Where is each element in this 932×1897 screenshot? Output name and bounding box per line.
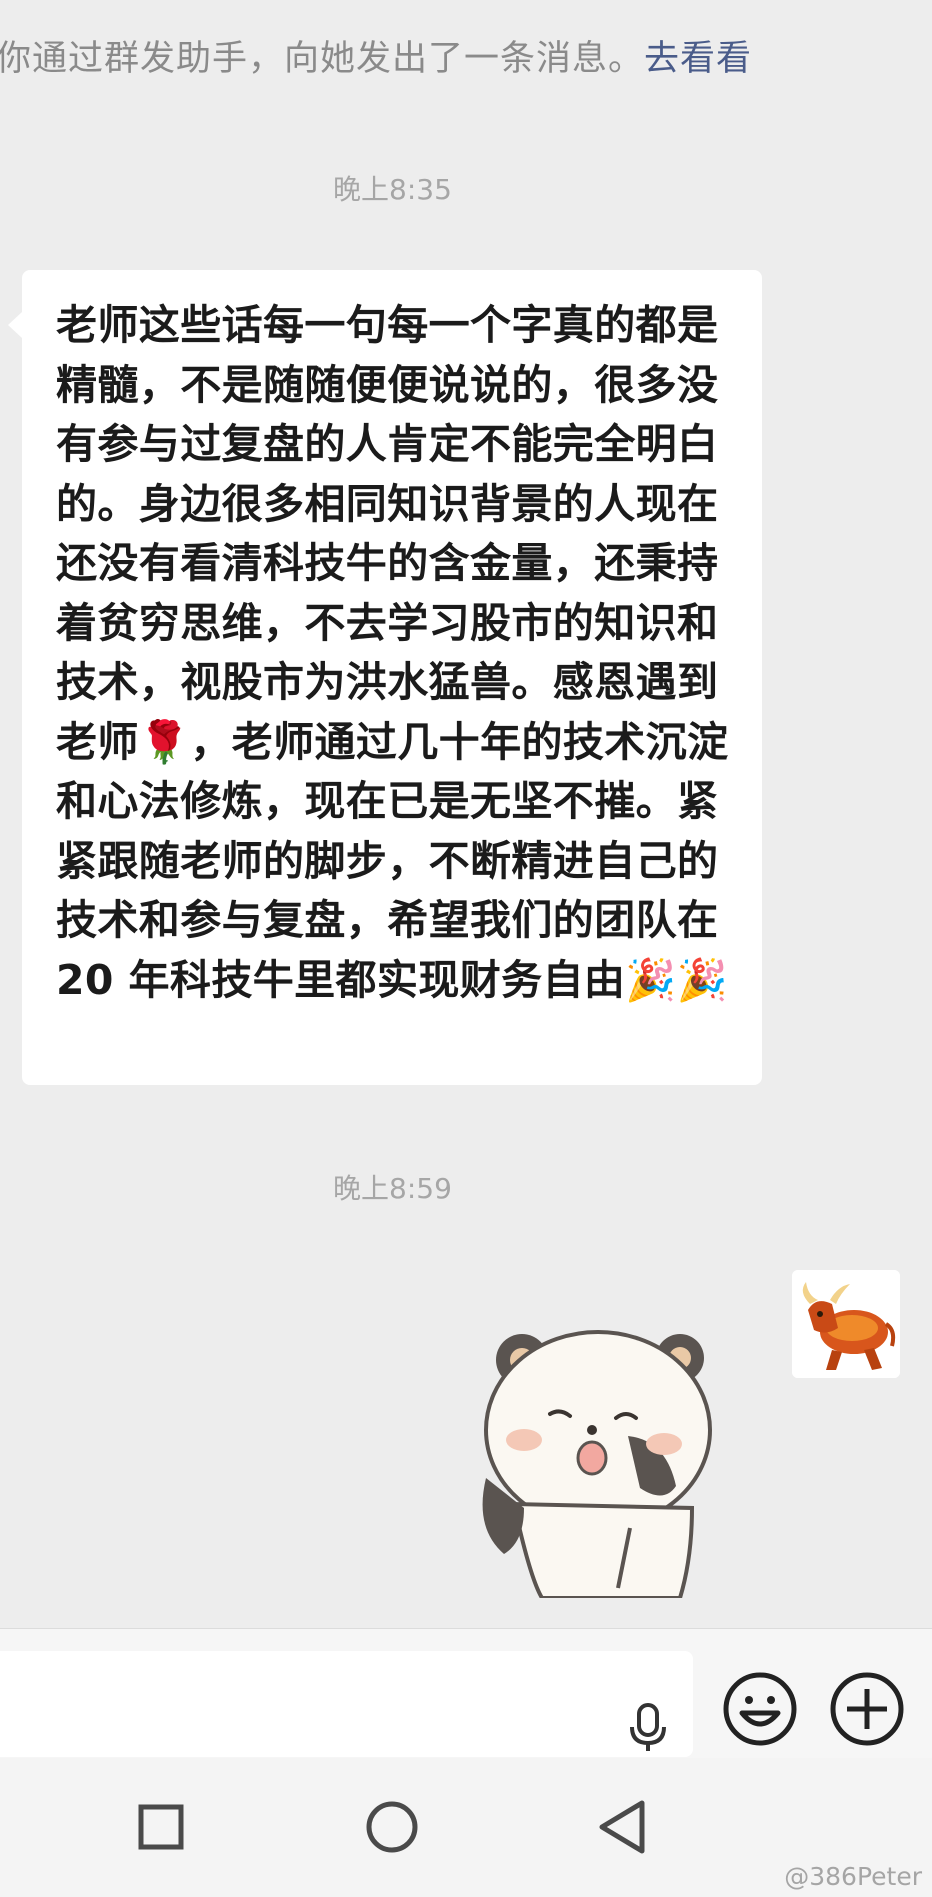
watermark: @386Peter: [784, 1862, 922, 1891]
microphone-icon[interactable]: [620, 1699, 676, 1755]
system-notice: 你通过群发助手，向她发出了一条消息。去看看: [0, 30, 932, 81]
message-input[interactable]: [0, 1651, 693, 1757]
timestamp: 晚上8:35: [333, 173, 452, 206]
timestamp: 晚上8:59: [333, 1172, 452, 1205]
smiley-icon[interactable]: [720, 1669, 800, 1749]
circle-icon[interactable]: [356, 1791, 426, 1861]
message-text: 老师这些话每一句每一个字真的都是精髓，不是随随便便说说的，很多没有参与过复盘的人…: [56, 296, 738, 1010]
navigation-bar: @386Peter: [0, 1758, 932, 1897]
square-icon[interactable]: [125, 1791, 195, 1861]
system-notice-text: 你通过群发助手，向她发出了一条消息。: [0, 39, 645, 79]
rose-emoji: 🌹: [138, 717, 191, 766]
incoming-message-bubble[interactable]: 老师这些话每一句每一个字真的都是精髓，不是随随便便说说的，很多没有参与过复盘的人…: [8, 270, 762, 1085]
avatar[interactable]: [792, 1270, 900, 1378]
view-link[interactable]: 去看看: [644, 39, 752, 79]
panda-sticker-image: [482, 1330, 712, 1600]
bull-icon: [792, 1270, 900, 1378]
input-bar: [0, 1628, 932, 1759]
panda-sticker[interactable]: [480, 1318, 740, 1600]
party-popper-emoji: 🎉🎉: [625, 955, 729, 1004]
message-text-part1: 老师这些话每一句每一个字真的都是精髓，不是随随便便说说的，很多没有参与过复盘的人…: [56, 301, 719, 766]
plus-circle-icon[interactable]: [827, 1669, 907, 1749]
triangle-back-icon[interactable]: [586, 1791, 656, 1861]
